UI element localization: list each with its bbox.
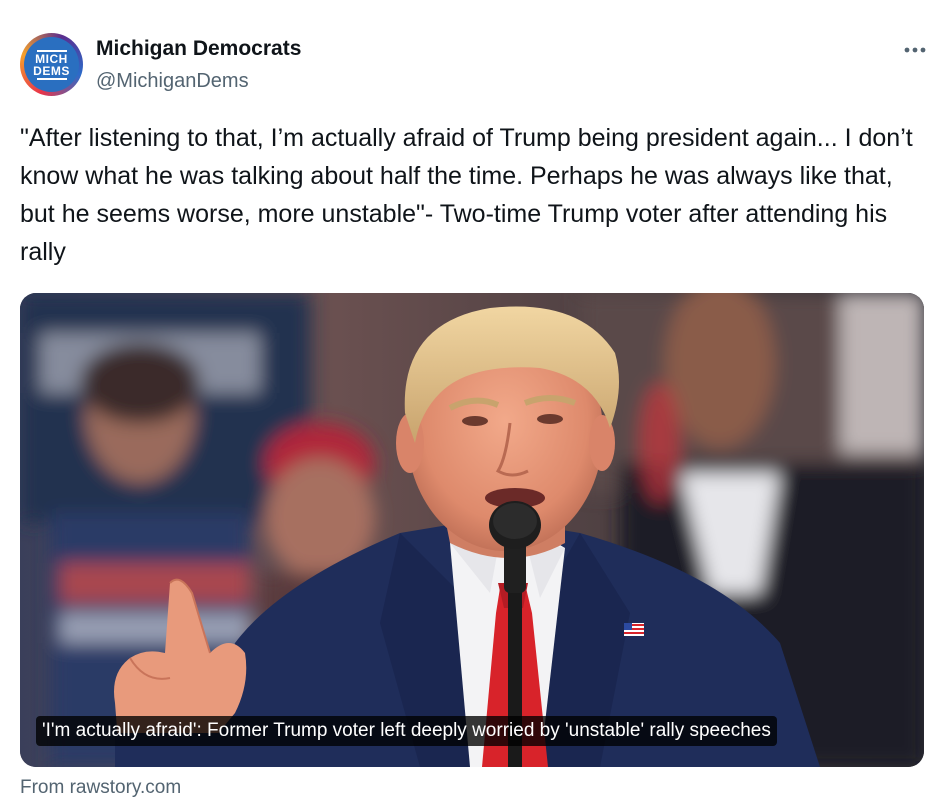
card-image: [20, 293, 924, 767]
more-options-button[interactable]: [898, 36, 932, 64]
more-horizontal-icon: [904, 47, 926, 53]
card-caption: 'I'm actually afraid': Former Trump vote…: [36, 716, 777, 746]
link-card[interactable]: 'I'm actually afraid': Former Trump vote…: [20, 293, 924, 767]
avatar-logo: MICH DEMS: [24, 37, 79, 92]
author-handle[interactable]: @MichiganDems: [96, 68, 249, 94]
avatar-rule-bottom: [36, 77, 67, 80]
tweet-text: "After listening to that, I’m actually a…: [20, 124, 913, 266]
avatar[interactable]: MICH DEMS: [20, 33, 83, 96]
card-source-link[interactable]: From rawstory.com: [20, 776, 181, 800]
tweet-header: MICH DEMS Michigan Democrats @MichiganDe…: [0, 0, 952, 110]
avatar-line2: DEMS: [33, 63, 70, 78]
author-display-name[interactable]: Michigan Democrats: [96, 36, 301, 62]
avatar-line1: MICH: [35, 51, 68, 66]
